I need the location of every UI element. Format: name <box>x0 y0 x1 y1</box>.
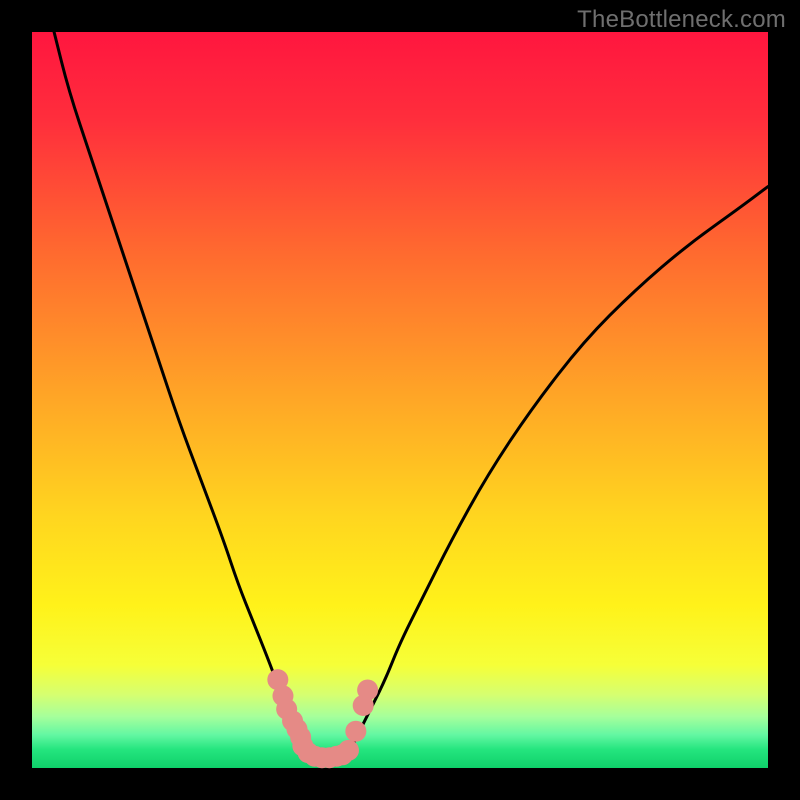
chart-frame: TheBottleneck.com <box>0 0 800 800</box>
data-point <box>345 721 366 742</box>
data-point <box>357 679 378 700</box>
watermark-label: TheBottleneck.com <box>577 6 786 34</box>
bottleneck-chart <box>0 0 800 800</box>
data-point <box>338 740 359 761</box>
plot-background <box>32 32 768 768</box>
